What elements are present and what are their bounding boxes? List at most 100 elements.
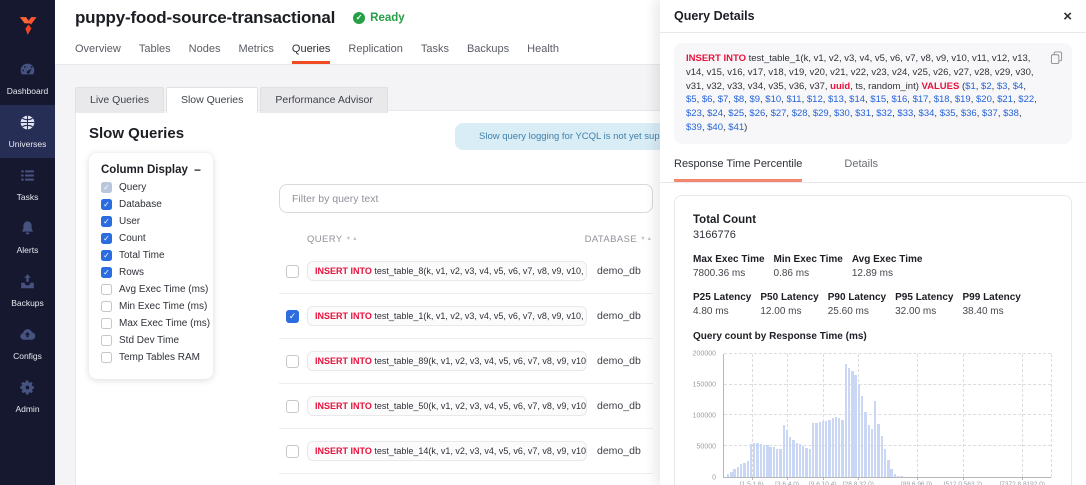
sidebar-item-admin[interactable]: Admin <box>0 370 55 423</box>
tab-tasks[interactable]: Tasks <box>421 35 449 64</box>
sub-tab-performance-advisor[interactable]: Performance Advisor <box>260 87 387 113</box>
table-row[interactable]: INSERT INTO test_table_14(k, v1, v2, v3,… <box>279 429 653 474</box>
row-checkbox[interactable] <box>286 355 299 368</box>
gridline <box>724 414 1051 415</box>
column-option-query[interactable]: ✓Query <box>101 182 201 193</box>
sql-param: $8 <box>734 94 745 105</box>
sub-tab-live-queries[interactable]: Live Queries <box>75 87 164 113</box>
column-option-min-exec-time-ms-[interactable]: Min Exec Time (ms) <box>101 301 201 312</box>
sql-param: $11 <box>786 94 801 105</box>
histogram-bar <box>730 472 732 476</box>
sql-param: $23 <box>686 108 702 119</box>
tasks-icon <box>18 172 37 189</box>
tab-metrics[interactable]: Metrics <box>238 35 273 64</box>
query-filter-input[interactable] <box>279 184 653 213</box>
column-option-max-exec-time-ms-[interactable]: Max Exec Time (ms) <box>101 318 201 329</box>
tab-replication[interactable]: Replication <box>348 35 402 64</box>
column-header-query[interactable]: QUERY ▼▲ <box>307 234 573 245</box>
column-option-std-dev-time[interactable]: Std Dev Time <box>101 335 201 346</box>
query-text-pill[interactable]: INSERT INTO test_table_14(k, v1, v2, v3,… <box>307 441 587 461</box>
row-checkbox[interactable]: ✓ <box>286 310 299 323</box>
checkbox[interactable] <box>101 284 112 295</box>
histogram-bar <box>819 422 821 477</box>
sql-keyword: INSERT INTO <box>315 311 372 321</box>
checkbox[interactable] <box>101 318 112 329</box>
x-tick-mark <box>823 477 824 480</box>
column-option-user[interactable]: ✓User <box>101 216 201 227</box>
checkbox[interactable]: ✓ <box>101 216 112 227</box>
sub-tab-slow-queries[interactable]: Slow Queries <box>166 87 258 113</box>
checkbox[interactable] <box>101 301 112 312</box>
column-option-total-time[interactable]: ✓Total Time <box>101 250 201 261</box>
details-tab-details[interactable]: Details <box>844 158 878 182</box>
table-row[interactable]: INSERT INTO test_table_8(k, v1, v2, v3, … <box>279 249 653 294</box>
histogram-bar <box>743 463 745 477</box>
column-option-database[interactable]: ✓ Database <box>101 199 201 210</box>
sidebar-item-backups[interactable]: Backups <box>0 264 55 317</box>
checkbox[interactable]: ✓ <box>101 233 112 244</box>
sidebar-item-universes[interactable]: Universes <box>0 105 55 158</box>
sql-param: $15 <box>870 94 886 105</box>
sql-param: $4 <box>1013 81 1024 92</box>
table-body: INSERT INTO test_table_8(k, v1, v2, v3, … <box>279 249 653 474</box>
query-text-pill[interactable]: INSERT INTO test_table_8(k, v1, v2, v3, … <box>307 261 587 281</box>
sql-param: $13 <box>828 94 844 105</box>
tab-queries[interactable]: Queries <box>292 35 331 64</box>
row-checkbox[interactable] <box>286 265 299 278</box>
histogram-bar <box>894 474 896 477</box>
collapse-minus-icon[interactable]: − <box>194 164 201 176</box>
column-option-count[interactable]: ✓Count <box>101 233 201 244</box>
checkbox[interactable] <box>101 352 112 363</box>
close-icon[interactable]: × <box>1063 9 1072 24</box>
query-text-pill[interactable]: INSERT INTO test_table_50(k, v1, v2, v3,… <box>307 396 587 416</box>
checkbox[interactable] <box>101 335 112 346</box>
sidebar-item-alerts[interactable]: Alerts <box>0 211 55 264</box>
tab-nodes[interactable]: Nodes <box>189 35 221 64</box>
column-option-label: Database <box>119 199 162 210</box>
sidebar-item-configs[interactable]: Configs <box>0 317 55 370</box>
sidebar-item-dashboard[interactable]: Dashboard <box>0 52 55 105</box>
copy-icon[interactable] <box>1050 51 1063 65</box>
histogram-bar <box>887 460 889 477</box>
database-cell: demo_db <box>597 265 641 277</box>
histogram-bar <box>900 476 902 477</box>
checkbox[interactable]: ✓ <box>101 250 112 261</box>
tab-health[interactable]: Health <box>527 35 559 64</box>
x-tick-mark <box>752 477 753 480</box>
column-header-database[interactable]: DATABASE ▼▲ <box>585 234 653 245</box>
table-row[interactable]: ✓ INSERT INTO test_table_1(k, v1, v2, v3,… <box>279 294 653 339</box>
query-text-pill[interactable]: INSERT INTO test_table_89(k, v1, v2, v3,… <box>307 351 587 371</box>
table-header-row: QUERY ▼▲ DATABASE ▼▲ <box>279 229 653 249</box>
checkbox[interactable]: ✓ <box>101 267 112 278</box>
row-checkbox[interactable] <box>286 445 299 458</box>
tab-tables[interactable]: Tables <box>139 35 171 64</box>
sql-param: $17 <box>913 94 929 105</box>
checkbox[interactable]: ✓ <box>101 199 112 210</box>
histogram-bar <box>838 418 840 476</box>
sql-keyword: INSERT INTO <box>315 401 372 411</box>
sql-param: $21 <box>997 94 1013 105</box>
column-option-label: Max Exec Time (ms) <box>119 318 210 329</box>
column-option-avg-exec-time-ms-[interactable]: Avg Exec Time (ms) <box>101 284 201 295</box>
column-option-temp-tables-ram[interactable]: Temp Tables RAM <box>101 352 201 363</box>
stat-value: 12.89 ms <box>852 268 923 279</box>
sql-param: $26 <box>749 108 765 119</box>
sql-param: $7 <box>718 94 729 105</box>
sidebar-item-tasks[interactable]: Tasks <box>0 158 55 211</box>
histogram-bar <box>861 396 863 477</box>
row-checkbox[interactable] <box>286 400 299 413</box>
sort-carets-icon[interactable]: ▼▲ <box>346 236 359 242</box>
query-text-pill[interactable]: INSERT INTO test_table_1(k, v1, v2, v3, … <box>307 306 587 326</box>
table-row[interactable]: INSERT INTO test_table_50(k, v1, v2, v3,… <box>279 384 653 429</box>
gridline <box>724 384 1051 385</box>
histogram-bar <box>750 444 752 477</box>
sort-carets-icon[interactable]: ▼▲ <box>640 236 653 242</box>
details-tab-response-time-percentile[interactable]: Response Time Percentile <box>674 158 802 182</box>
tab-overview[interactable]: Overview <box>75 35 121 64</box>
configs-icon <box>18 331 37 348</box>
table-row[interactable]: INSERT INTO test_table_89(k, v1, v2, v3,… <box>279 339 653 384</box>
tab-backups[interactable]: Backups <box>467 35 509 64</box>
yugabyte-logo-icon[interactable] <box>0 0 55 52</box>
histogram-bar <box>792 440 794 477</box>
column-option-rows[interactable]: ✓Rows <box>101 267 201 278</box>
